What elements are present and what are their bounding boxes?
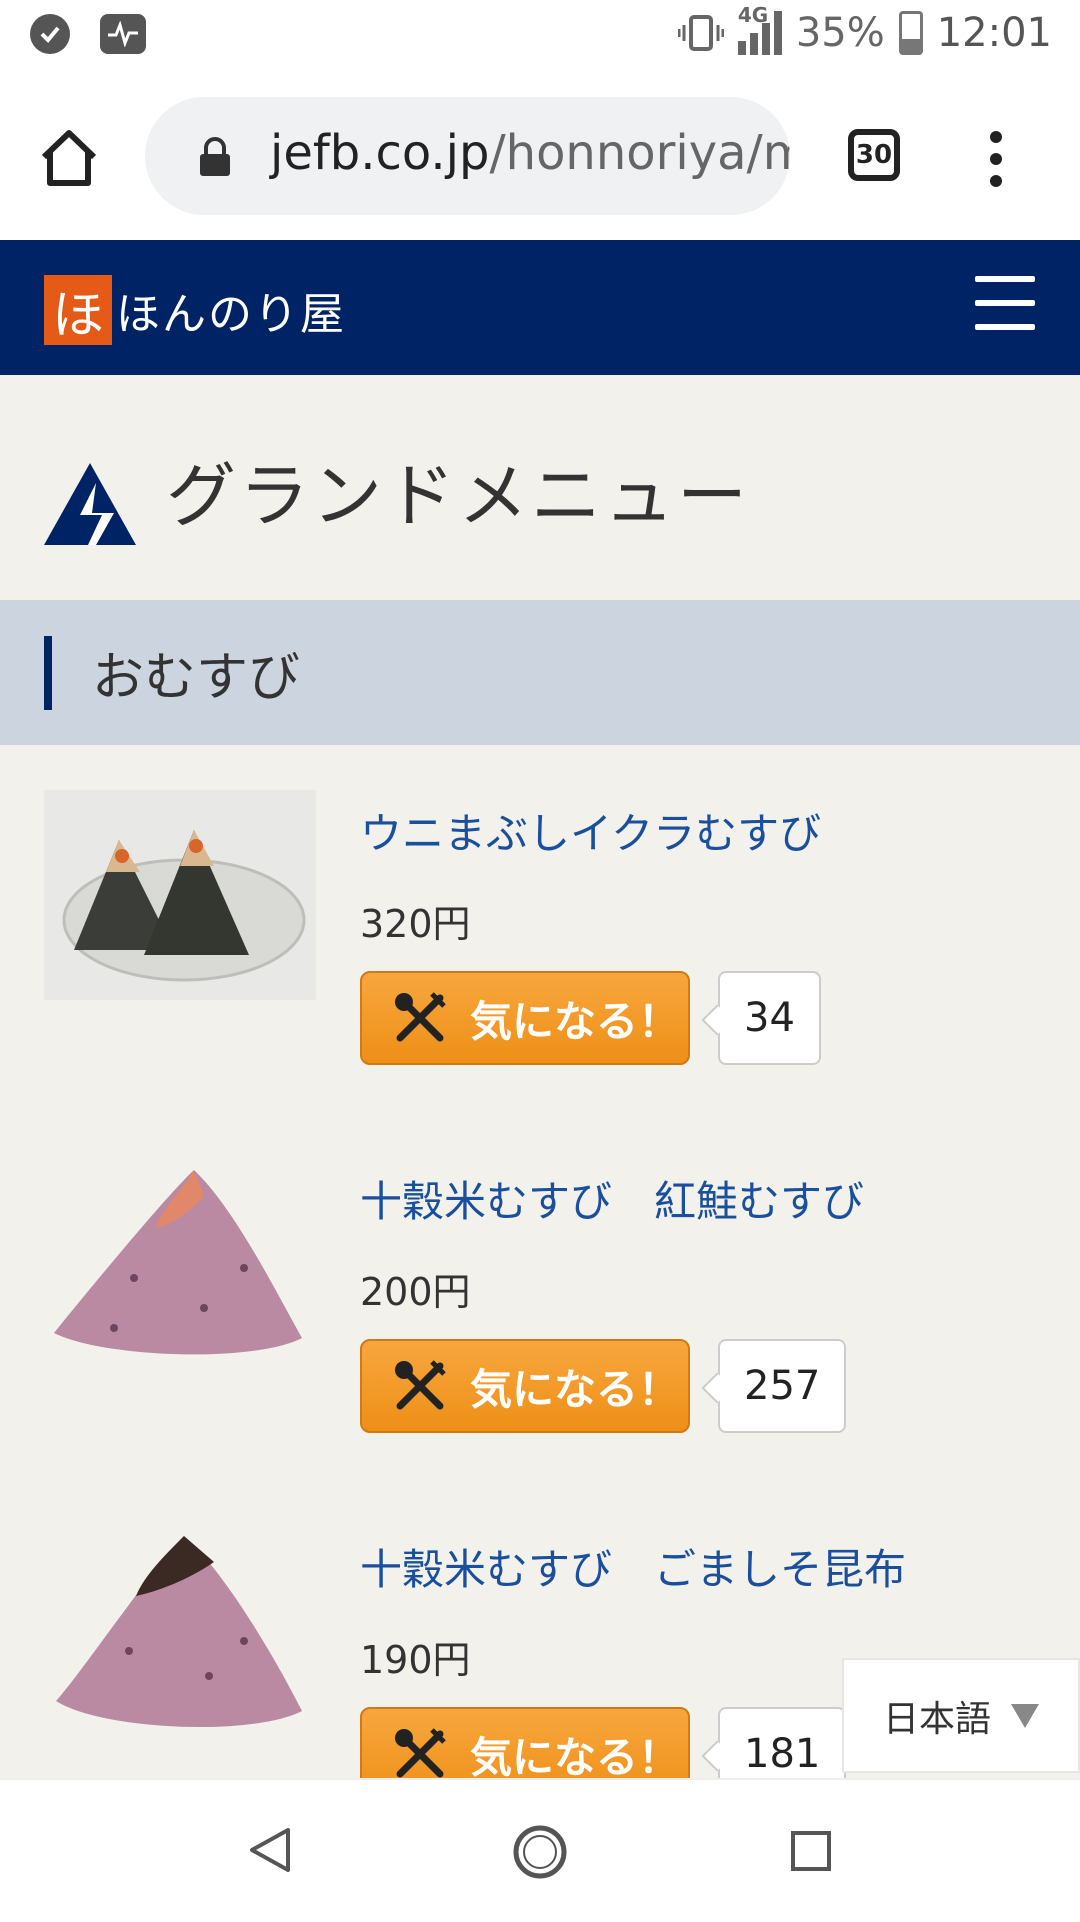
section-header: おむすび	[0, 600, 1080, 747]
tab-count: 30	[855, 140, 893, 170]
item-price: 320円	[360, 902, 471, 946]
item-price: 190円	[360, 1638, 471, 1682]
fork-knife-icon	[395, 1360, 446, 1410]
url-bar[interactable]: jefb.co.jp/honnoriya/m	[145, 97, 790, 215]
url-path: /honnoriya/m	[489, 125, 790, 181]
fork-knife-icon	[395, 992, 446, 1042]
like-label: 気になる！	[470, 1732, 681, 1782]
logo-mark: ほ	[44, 275, 112, 346]
language-value: 日本語	[882, 1698, 991, 1740]
item-name-link[interactable]: ウニまぶしイクラむすび	[360, 800, 821, 861]
clock: 12:01	[936, 10, 1052, 56]
section-accent-bar	[44, 636, 52, 710]
section-title: おむすび	[92, 648, 301, 708]
like-count: 257	[718, 1339, 847, 1433]
site-logo[interactable]: ほ ほんのり屋	[44, 275, 346, 346]
like-count: 34	[718, 971, 821, 1065]
like-label: 気になる！	[470, 1364, 681, 1414]
tab-switcher-button[interactable]: 30	[848, 129, 900, 181]
battery-percent: 35%	[795, 10, 885, 56]
brand-triangle-icon	[44, 463, 136, 545]
url-text[interactable]: jefb.co.jp/honnoriya/m	[270, 125, 790, 181]
back-icon[interactable]	[248, 1826, 292, 1874]
item-name-link[interactable]: 十穀米むすび 紅鮭むすび	[360, 1168, 864, 1229]
vibrate-icon	[677, 15, 724, 51]
status-bar: 4G 35% 12:01	[0, 0, 1080, 75]
menu-item: 十穀米むすび 紅鮭むすび 200円 気になる！ 257	[0, 1113, 1080, 1484]
home-icon[interactable]	[38, 127, 100, 189]
fork-knife-icon	[395, 1728, 446, 1778]
lock-icon	[200, 137, 230, 176]
like-label: 気になる！	[470, 996, 681, 1046]
item-photo[interactable]	[44, 1526, 316, 1736]
item-photo[interactable]	[44, 790, 316, 1000]
page-title: グランドメニュー	[166, 455, 750, 537]
browser-toolbar: jefb.co.jp/honnoriya/m 30	[0, 75, 1080, 240]
page-heading: グランドメニュー	[0, 375, 1080, 600]
site-header: ほ ほんのり屋	[0, 240, 1080, 375]
item-photo[interactable]	[44, 1158, 316, 1368]
home-circle-icon[interactable]	[512, 1824, 568, 1880]
battery-icon	[898, 11, 923, 55]
language-select[interactable]: 日本語	[842, 1658, 1080, 1773]
like-button[interactable]: 気になる！	[360, 971, 690, 1065]
item-name-link[interactable]: 十穀米むすび ごましそ昆布	[360, 1536, 906, 1597]
dropdown-caret-icon	[1011, 1703, 1039, 1728]
item-price: 200円	[360, 1270, 471, 1314]
signal-icon: 4G	[737, 3, 782, 55]
url-domain: jefb.co.jp	[270, 125, 490, 181]
more-options-icon[interactable]	[990, 131, 1002, 187]
system-nav-bar	[0, 1778, 1080, 1922]
activity-icon	[100, 14, 146, 54]
menu-item: ウニまぶしイクラむすび 320円 気になる！ 34	[0, 745, 1080, 1116]
hamburger-menu-icon[interactable]	[975, 276, 1035, 332]
check-circle-icon	[30, 14, 70, 54]
logo-text: ほんのり屋	[116, 289, 346, 340]
recent-apps-icon[interactable]	[790, 1830, 832, 1872]
like-button[interactable]: 気になる！	[360, 1339, 690, 1433]
network-type: 4G	[737, 3, 769, 27]
